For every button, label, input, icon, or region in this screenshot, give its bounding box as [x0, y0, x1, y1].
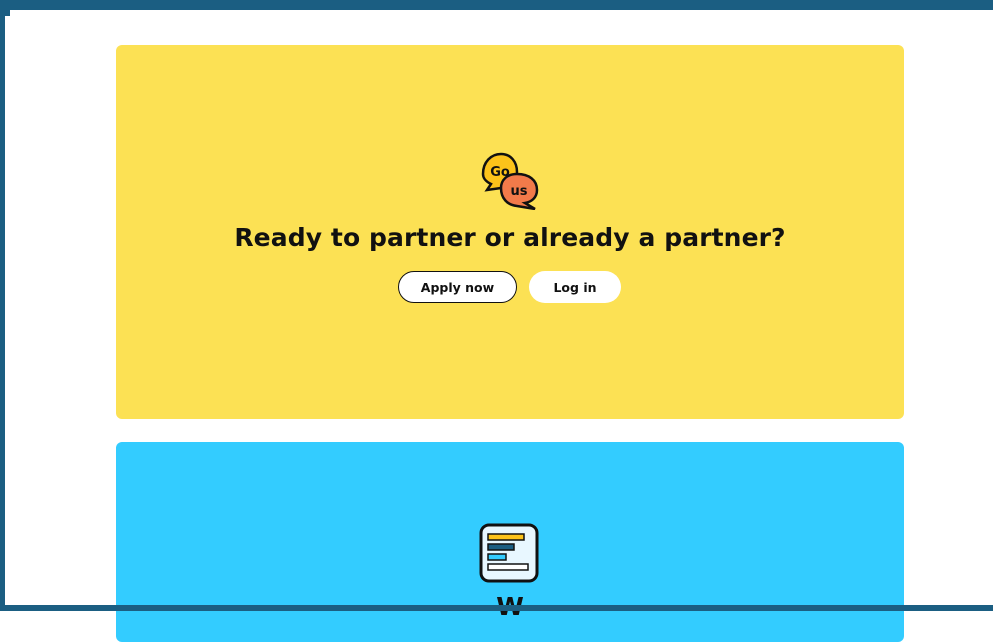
apply-now-button[interactable]: Apply now: [398, 271, 517, 303]
icon-text-go: Go: [490, 165, 510, 180]
partner-headline: Ready to partner or already a partner?: [234, 223, 786, 252]
next-section-headline: W: [496, 592, 524, 621]
partner-cta-card: Go us Ready to partner or already a part…: [116, 45, 904, 419]
data-chart-icon: [478, 522, 540, 584]
go-us-chat-bubbles-icon: Go us: [479, 150, 541, 211]
next-section-card: W: [116, 442, 904, 642]
window-top-border: [0, 0, 993, 16]
log-in-button[interactable]: Log in: [529, 271, 621, 303]
icon-text-us: us: [511, 184, 528, 199]
